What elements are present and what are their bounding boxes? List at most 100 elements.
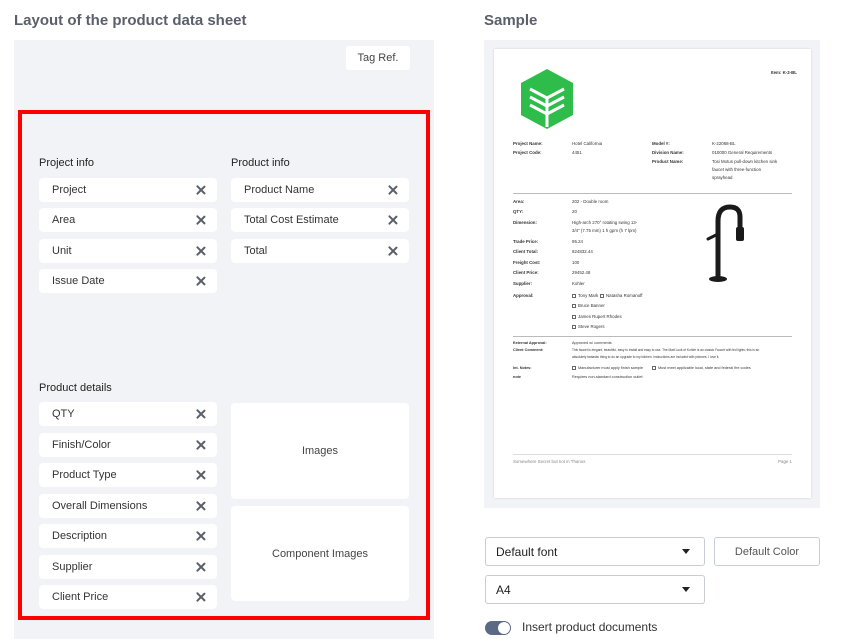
field-chip-supplier[interactable]: Supplier [39,555,217,579]
sample-footer-right: Page 1 [778,459,792,464]
field-chip-label: Area [52,214,76,226]
sample-row-value: 100 [572,260,580,265]
close-icon[interactable] [195,245,207,257]
sample-row-value: 824832.44 [572,249,593,254]
sample-client-comment-label: Client Comment: [513,348,544,352]
sample-row-label: Client Price: [513,270,539,275]
sample-project-name-label: Project Name: [513,141,543,146]
project-info-label: Project info [39,157,95,169]
field-chip-client-price[interactable]: Client Price [39,585,217,609]
toggle-knob [498,622,510,634]
field-chip-area[interactable]: Area [39,208,217,232]
close-icon[interactable] [195,530,207,542]
field-chip-project[interactable]: Project [39,178,217,202]
close-icon[interactable] [195,561,207,573]
page-size-select[interactable]: A4 [485,575,705,604]
sample-note-label: note [513,375,522,379]
sample-row-label: Trade Price: [513,239,539,244]
sample-division: 010000 General Requirements [712,150,773,155]
field-chip-label: Overall Dimensions [52,500,148,512]
field-chip-label: Total Cost Estimate [244,214,339,226]
sample-row-value: 95.24 [572,239,583,244]
sample-int-note: Manufacturer must apply finish sample [572,366,643,371]
chevron-down-icon [682,549,690,554]
insert-docs-label: Insert product documents [522,620,658,634]
field-chip-total[interactable]: Total [231,239,409,263]
sample-row-label: Area: [513,199,525,204]
sample-page: Item: K-2-BL Project Name: Hotel Califor… [494,49,811,498]
company-logo-icon [521,69,573,129]
sample-title: Sample [484,12,538,29]
sample-int-note: Must meet applicable local, state and fe… [652,366,751,371]
sample-row-label: Supplier: [513,281,533,286]
font-select-value: Default font [496,544,558,559]
footer-divider [513,454,792,455]
field-chip-label: Supplier [52,561,93,573]
field-chip-issue-date[interactable]: Issue Date [39,269,217,293]
sample-product-name-line: faucet with three-function [712,167,762,172]
sample-product-name-line: sprayhead [712,175,733,180]
close-icon[interactable] [387,184,399,196]
close-icon[interactable] [195,439,207,451]
sample-external-value: Approved w/ comments [572,341,612,345]
page-size-value: A4 [496,582,511,597]
close-icon[interactable] [195,275,207,287]
field-chip-label: Project [52,184,87,196]
close-icon[interactable] [195,500,207,512]
field-chip-product-name[interactable]: Product Name [231,178,409,202]
insert-docs-toggle[interactable] [485,621,511,635]
sample-row-label: Client Total: [513,249,539,254]
sample-row-value: 3/4" (7.75 mm) 1 h gpm (h 7 lpm) [572,228,637,233]
images-block[interactable]: Images [231,403,409,499]
font-select[interactable]: Default font [485,537,705,566]
sample-row-label: Dimension: [513,220,537,225]
sample-approval-item: Tony Mark [572,293,598,298]
sample-project-code: 4451 [572,150,582,155]
sample-int-notes-label: Int. Notes: [513,366,532,370]
sample-row-label: Freight Cost: [513,260,541,265]
field-chip-qty[interactable]: QTY [39,402,217,426]
field-chip-label: Client Price [52,591,109,603]
tag-ref-button[interactable]: Tag Ref. [346,46,410,70]
field-chip-product-type[interactable]: Product Type [39,463,217,487]
sample-approval-item: Natasha Romanoff [600,293,643,298]
sample-row-value: High-arch 270° rotating swing 13- [572,220,638,225]
divider [513,193,792,194]
sample-item: Item: K-2-BL [770,70,797,75]
field-chip-label: Product Name [244,184,315,196]
sample-row-value: 202 - Double room [572,199,609,204]
field-chip-label: QTY [52,408,75,420]
sample-approval-item: Steve Rogers [572,324,605,329]
close-icon[interactable] [195,469,207,481]
field-chip-label: Finish/Color [52,439,111,451]
close-icon[interactable] [387,214,399,226]
field-chip-finish-color[interactable]: Finish/Color [39,433,217,457]
sample-row-value: Kohler [572,281,585,286]
close-icon[interactable] [195,408,207,420]
field-chip-description[interactable]: Description [39,524,217,548]
sample-project-code-label: Project Code: [513,150,542,155]
sample-footer-left: Somewhere Secret but not in Thanos [513,459,586,464]
sample-approval-item: Bruce Banner [572,303,605,308]
field-chip-label: Issue Date [52,275,105,287]
close-icon[interactable] [195,184,207,196]
field-chip-unit[interactable]: Unit [39,239,217,263]
product-info-label: Product info [231,157,290,169]
field-chip-overall-dimensions[interactable]: Overall Dimensions [39,494,217,518]
sample-row-label: QTY: [513,209,524,214]
sample-product-name-label: Product Name: [652,159,684,164]
close-icon[interactable] [195,591,207,603]
sample-approval-item: James Rupert Rhodes [572,314,622,319]
field-chip-total-cost-estimate[interactable]: Total Cost Estimate [231,208,409,232]
default-color-button[interactable]: Default Color [714,537,820,566]
layout-title: Layout of the product data sheet [14,12,247,29]
sample-row-value: 20 [572,209,577,214]
close-icon[interactable] [195,214,207,226]
sample-approval-label: Approval: [513,293,534,298]
product-image [664,199,782,285]
sample-model: K-22068-BL [712,141,736,146]
field-chip-label: Unit [52,245,72,257]
sample-model-label: Model #: [652,141,670,146]
close-icon[interactable] [387,245,399,257]
component-images-block[interactable]: Component Images [231,506,409,601]
